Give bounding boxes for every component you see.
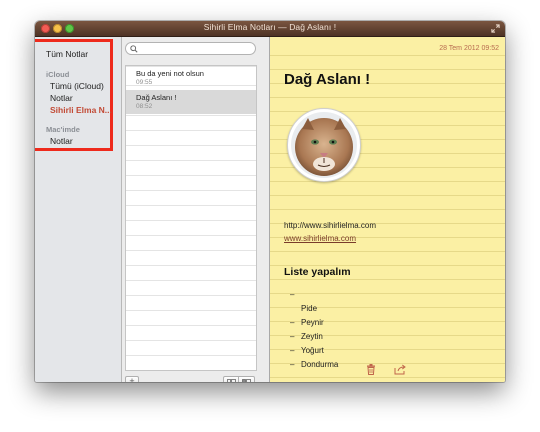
list-item: – Zeytin <box>290 332 323 341</box>
cougar-avatar <box>287 108 361 182</box>
list-item: – <box>290 290 301 299</box>
list-item-text: Yoğurt <box>301 346 324 355</box>
note-date: 28 Tem 2012 09:52 <box>439 45 499 52</box>
note-row[interactable]: Bu da yeni not olsun 09:55 <box>126 66 256 90</box>
note-row-time: 08:52 <box>136 103 153 110</box>
list-item-text: Dondurma <box>301 360 339 369</box>
folder-sidebar: Tüm Notlar iCloud Tümü (iCloud) Notlar S… <box>35 37 122 382</box>
share-icon[interactable] <box>394 364 406 375</box>
list-item-text: Peynir <box>301 318 324 327</box>
list-bullet: – <box>290 346 295 355</box>
note-row-time: 09:55 <box>136 79 153 86</box>
search-icon <box>130 45 138 53</box>
list-bullet: – <box>290 318 295 327</box>
list-item-text: Zeytin <box>301 332 323 341</box>
list-item: – Dondurma <box>290 360 338 369</box>
mac-header: Mac'imde <box>46 125 80 134</box>
sidebar-view-icon <box>242 379 251 382</box>
trash-icon[interactable] <box>366 364 376 375</box>
list-item: – Peynir <box>290 318 324 327</box>
title-bar[interactable]: Sihirli Elma Notları — Dağ Aslanı ! <box>35 21 505 37</box>
icloud-header: iCloud <box>46 70 70 79</box>
list-item: – Yoğurt <box>290 346 324 355</box>
folder-all-icloud[interactable]: Tümü (iCloud) <box>50 81 104 91</box>
note-list-title: Liste yapalım <box>284 266 351 278</box>
window-title: Sihirli Elma Notları — Dağ Aslanı ! <box>203 22 337 32</box>
list-item: Pide <box>290 304 317 313</box>
list-bullet: – <box>290 332 295 341</box>
folder-mac-notes[interactable]: Notlar <box>50 136 73 146</box>
view-toggle-list[interactable] <box>223 376 239 382</box>
note-link[interactable]: www.sihirlielma.com <box>284 234 356 243</box>
add-note-button[interactable]: + <box>125 376 139 382</box>
folder-all-notes[interactable]: Tüm Notlar <box>46 49 88 59</box>
note-heading: Dağ Aslanı ! <box>284 71 371 88</box>
note-list: Bu da yeni not olsun 09:55 Dağ Aslanı ! … <box>125 65 257 371</box>
folder-icloud-notes[interactable]: Notlar <box>50 93 73 103</box>
note-row-title: Dağ Aslanı ! <box>136 93 177 102</box>
fullscreen-icon[interactable] <box>491 24 500 33</box>
note-row-title: Bu da yeni not olsun <box>136 69 204 78</box>
notes-window: Sihirli Elma Notları — Dağ Aslanı ! Tüm … <box>35 21 505 382</box>
note-list-pane: Bu da yeni not olsun 09:55 Dağ Aslanı ! … <box>122 37 270 382</box>
list-view-icon <box>227 379 236 382</box>
folder-sihirli-elma[interactable]: Sihirli Elma N... <box>50 105 112 115</box>
list-item-text: Pide <box>301 304 318 313</box>
note-url-text: http://www.sihirlielma.com <box>284 221 377 230</box>
search-field[interactable] <box>125 42 256 55</box>
note-editor[interactable]: 28 Tem 2012 09:52 Dağ Aslanı ! http://ww… <box>270 37 505 382</box>
list-bullet: – <box>290 360 295 369</box>
view-toggle-sidebar[interactable] <box>239 376 255 382</box>
note-row-selected[interactable]: Dağ Aslanı ! 08:52 <box>126 90 256 114</box>
list-bullet: – <box>290 290 295 299</box>
